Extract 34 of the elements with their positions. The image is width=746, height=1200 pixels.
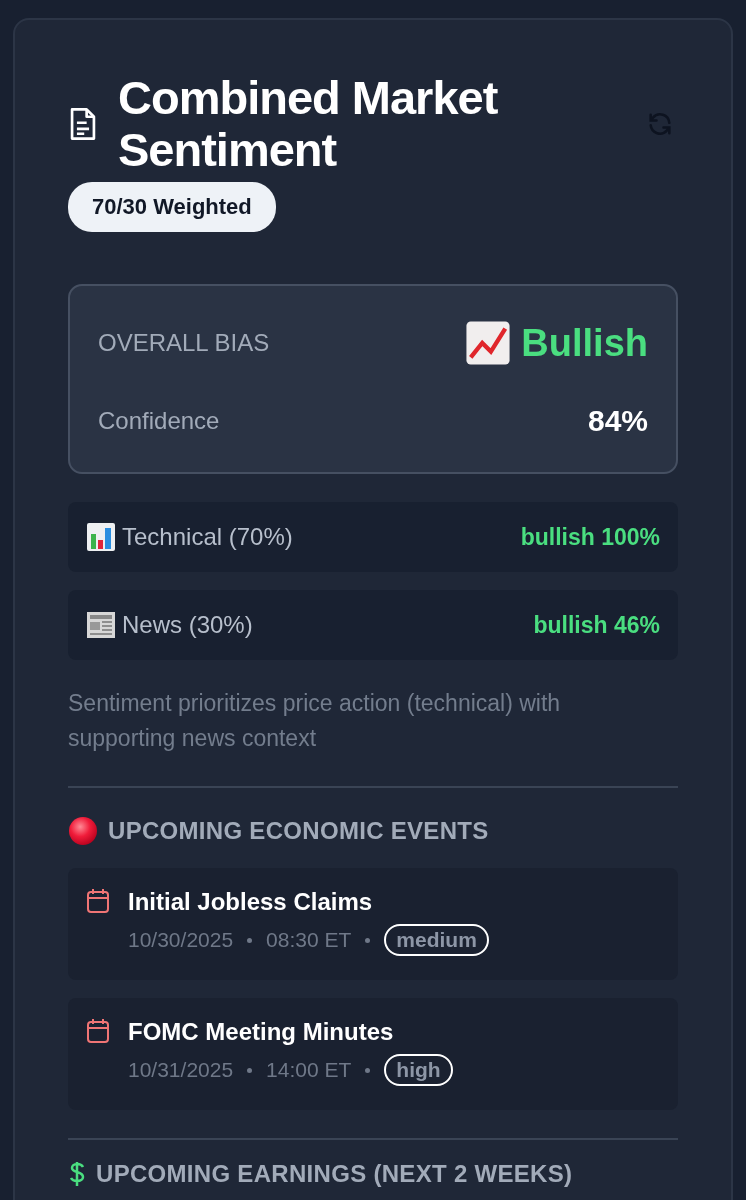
component-label: News (30%) <box>122 611 253 639</box>
component-reading: bullish 46% <box>533 611 660 639</box>
event-date: 10/30/2025 <box>128 928 234 952</box>
separator-dot <box>247 937 253 943</box>
event-title: Initial Jobless Claims <box>128 888 374 916</box>
component-reading: bullish 100% <box>520 523 660 551</box>
sentiment-note: Sentiment prioritizes price action (technical) with supporting news context <box>68 689 562 753</box>
impact-badge: medium <box>384 924 489 956</box>
bar-chart-icon <box>86 522 116 552</box>
section-heading: UPCOMING EARNINGS (NEXT 2 WEEKS) <box>96 1160 573 1188</box>
event-time: 14:00 ET <box>266 1058 352 1082</box>
document-icon <box>68 107 98 141</box>
event-date: 10/31/2025 <box>128 1058 234 1082</box>
confidence-value: 84% <box>587 404 648 438</box>
newspaper-icon <box>86 610 116 640</box>
separator-dot <box>247 1067 253 1073</box>
confidence-label: Confidence <box>98 407 220 435</box>
impact-badge: high <box>384 1054 453 1086</box>
bias-label: OVERALL BIAS <box>98 329 270 357</box>
card-title: Combined Market Sentiment <box>118 72 499 176</box>
event-time: 08:30 ET <box>266 928 352 952</box>
calendar-icon <box>86 1018 110 1044</box>
calendar-icon <box>86 888 110 914</box>
chart-trend-icon <box>465 320 512 366</box>
separator-dot <box>365 937 371 943</box>
separator-dot <box>365 1067 371 1073</box>
weighting-badge: 70/30 Weighted <box>68 182 276 232</box>
dot-icon <box>68 816 98 846</box>
section-heading: UPCOMING ECONOMIC EVENTS <box>108 817 489 845</box>
refresh-icon <box>646 110 674 138</box>
dollar-icon <box>68 1160 86 1188</box>
bias-value: Bullish <box>521 321 648 365</box>
event-title: FOMC Meeting Minutes <box>128 1018 395 1046</box>
component-label: Technical (70%) <box>122 523 293 551</box>
